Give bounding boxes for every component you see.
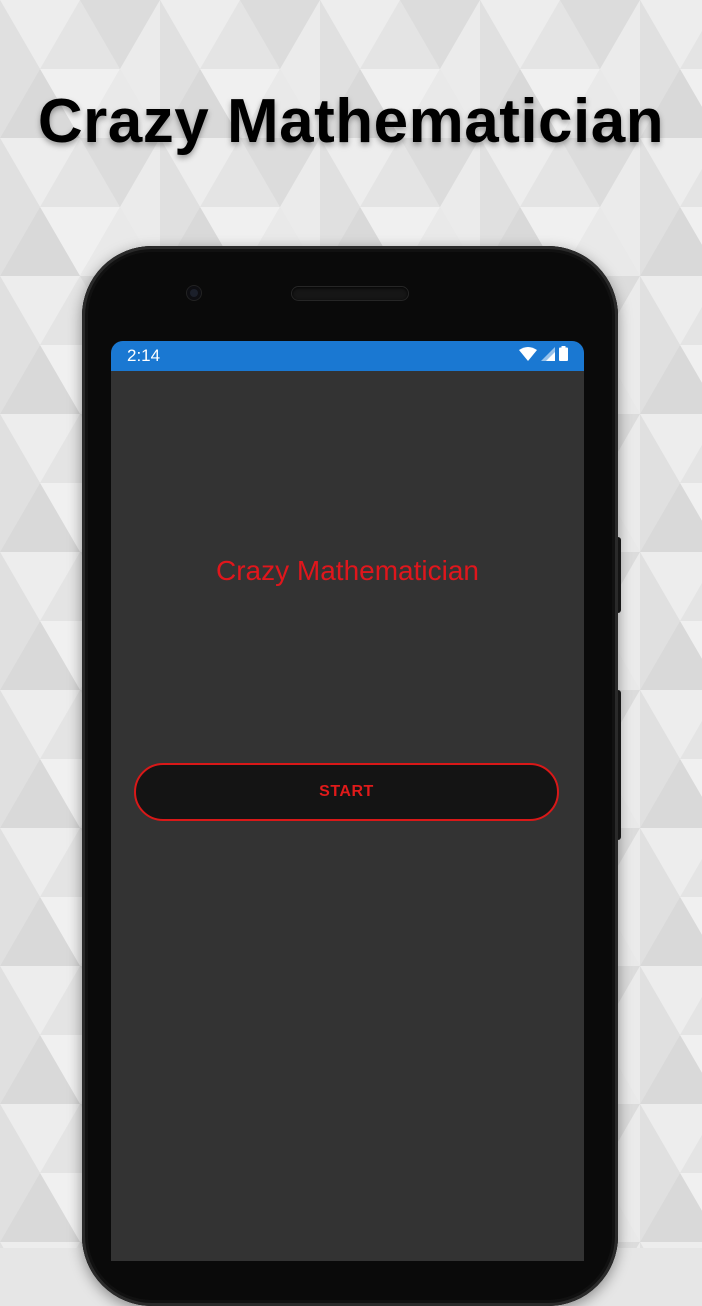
wifi-icon — [519, 346, 537, 366]
start-button[interactable]: START — [134, 763, 559, 821]
status-time: 2:14 — [127, 346, 161, 365]
app-title: Crazy Mathematician — [216, 555, 479, 586]
signal-icon — [541, 346, 555, 366]
promo-headline: Crazy Mathematician — [37, 87, 665, 156]
status-bar: 2:14 — [111, 341, 584, 371]
earpiece-speaker — [292, 287, 408, 300]
status-icons — [519, 346, 568, 366]
app-screen: 2:14 Crazy Mathematician START — [111, 341, 584, 1261]
battery-icon — [559, 346, 568, 366]
front-camera — [187, 286, 201, 300]
